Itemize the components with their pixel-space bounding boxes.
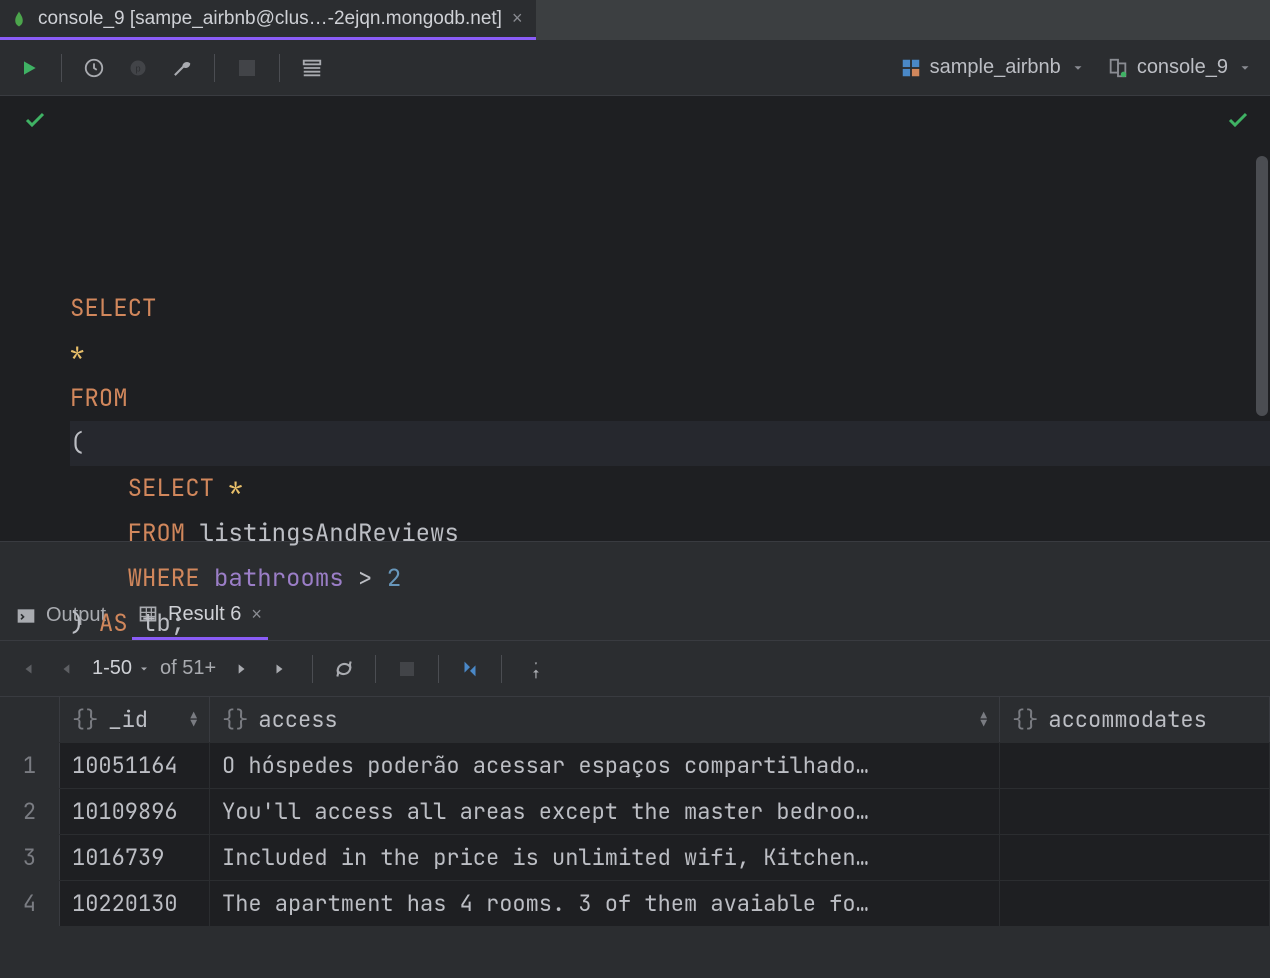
chevron-down-icon [1071,61,1085,75]
wrench-icon[interactable] [163,49,201,87]
tab-title: console_9 [sampe_airbnb@clus…-2ejqn.mong… [38,8,502,30]
row-number: 1 [0,743,60,788]
cell-access[interactable]: Included in the price is unlimited wifi,… [210,835,1000,880]
schema-icon [900,57,922,79]
check-icon [1226,108,1250,132]
row-number: 3 [0,835,60,880]
first-page-button [12,654,42,684]
stop-icon [228,49,266,87]
cell-accommodates[interactable] [1000,835,1270,880]
close-icon[interactable]: × [512,8,523,29]
run-button[interactable] [10,49,48,87]
console-icon [1107,57,1129,79]
history-icon[interactable] [75,49,113,87]
console-dropdown[interactable]: console_9 [1099,56,1260,79]
schema-label: sample_airbnb [930,56,1061,79]
file-tab[interactable]: console_9 [sampe_airbnb@clus…-2ejqn.mong… [0,0,536,40]
console-label: console_9 [1137,56,1228,79]
table-row[interactable]: 3 1016739 Included in the price is unlim… [0,835,1270,881]
separator [214,54,215,82]
cell-id[interactable]: 10220130 [60,881,210,926]
check-icon [23,108,47,132]
sql-editor[interactable]: SELECT * FROM ( SELECT * FROM listingsAn… [0,96,1270,541]
separator [279,54,280,82]
mongodb-leaf-icon [10,10,28,28]
profile-icon: p [119,49,157,87]
chevron-down-icon [1238,61,1252,75]
cell-id[interactable]: 1016739 [60,835,210,880]
cell-id[interactable]: 10109896 [60,789,210,834]
editor-toolbar: p sample_airbnb console_9 [0,40,1270,96]
table-row[interactable]: 2 10109896 You'll access all areas excep… [0,789,1270,835]
explain-plan-icon[interactable] [293,49,331,87]
row-number: 2 [0,789,60,834]
cell-accommodates[interactable] [1000,789,1270,834]
row-number: 4 [0,881,60,926]
schema-dropdown[interactable]: sample_airbnb [892,56,1093,79]
rownum-header [0,697,60,742]
terminal-icon [16,606,36,626]
separator [61,54,62,82]
cell-access[interactable]: You'll access all areas except the maste… [210,789,1000,834]
table-row[interactable]: 4 10220130 The apartment has 4 rooms. 3 … [0,881,1270,927]
cell-access[interactable]: The apartment has 4 rooms. 3 of them ava… [210,881,1000,926]
svg-text:p: p [135,63,140,73]
cell-accommodates[interactable] [1000,881,1270,926]
